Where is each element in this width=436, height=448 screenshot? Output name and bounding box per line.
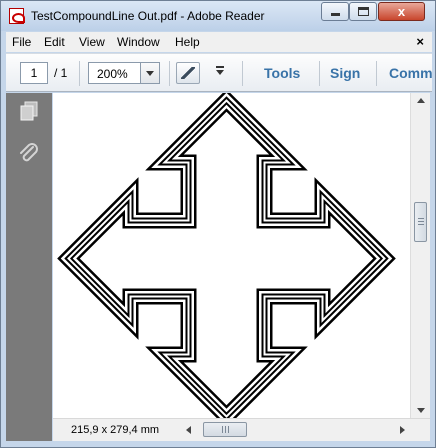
toolbar-separator (376, 61, 377, 86)
reader-window: TestCompoundLine Out.pdf - Adobe Reader … (0, 0, 436, 448)
menu-bar: File Edit View Window Help × (6, 32, 432, 52)
vertical-scroll-thumb[interactable] (414, 202, 427, 242)
paperclip-icon[interactable] (18, 143, 40, 165)
vertical-scrollbar[interactable] (410, 93, 430, 418)
maximize-button[interactable] (349, 2, 377, 21)
document-view[interactable] (53, 93, 410, 418)
chevron-down-icon[interactable] (140, 63, 159, 83)
scroll-left-icon[interactable] (186, 426, 191, 434)
compound-line-arrows-drawing (57, 93, 396, 418)
pages-icon[interactable] (19, 101, 39, 121)
document-close-icon[interactable]: × (416, 34, 424, 49)
status-bar: 215,9 x 279,4 mm (53, 418, 430, 441)
toolbar-separator (169, 61, 170, 86)
minimize-button[interactable] (321, 2, 349, 21)
page-number-input[interactable]: 1 (20, 62, 48, 84)
sign-button[interactable]: Sign (330, 65, 360, 81)
menu-window[interactable]: Window (117, 35, 160, 49)
zoom-value: 200% (97, 67, 128, 81)
menu-view[interactable]: View (79, 35, 105, 49)
fit-page-button[interactable] (176, 62, 200, 84)
close-icon: x (397, 4, 406, 19)
toolbar-overflow-icon[interactable] (216, 66, 224, 75)
toolbar-separator (242, 61, 243, 86)
page-size-label: 215,9 x 279,4 mm (71, 424, 160, 436)
tools-button[interactable]: Tools (264, 65, 300, 81)
scroll-right-icon[interactable] (400, 426, 405, 434)
menu-file[interactable]: File (12, 35, 31, 49)
window-title: TestCompoundLine Out.pdf - Adobe Reader (31, 9, 265, 23)
horizontal-scroll-thumb[interactable] (203, 422, 247, 437)
page-total: / 1 (54, 66, 68, 80)
pdf-document-icon[interactable] (9, 8, 25, 24)
toolbar-separator (319, 61, 320, 86)
navigation-pane (6, 93, 52, 441)
toolbar-separator (79, 61, 80, 86)
maximize-icon (358, 7, 369, 16)
zoom-select[interactable]: 200% (88, 62, 160, 84)
scroll-down-icon[interactable] (417, 408, 425, 413)
title-bar[interactable]: TestCompoundLine Out.pdf - Adobe Reader … (1, 1, 435, 31)
close-button[interactable]: x (378, 2, 425, 21)
menu-help[interactable]: Help (175, 35, 200, 49)
toolbar: 1 / 1 200% Tools Sign Comm (6, 53, 433, 92)
menu-edit[interactable]: Edit (44, 35, 65, 49)
minimize-icon (331, 13, 340, 16)
scroll-up-icon[interactable] (417, 98, 425, 103)
comment-button[interactable]: Comm (389, 65, 433, 81)
